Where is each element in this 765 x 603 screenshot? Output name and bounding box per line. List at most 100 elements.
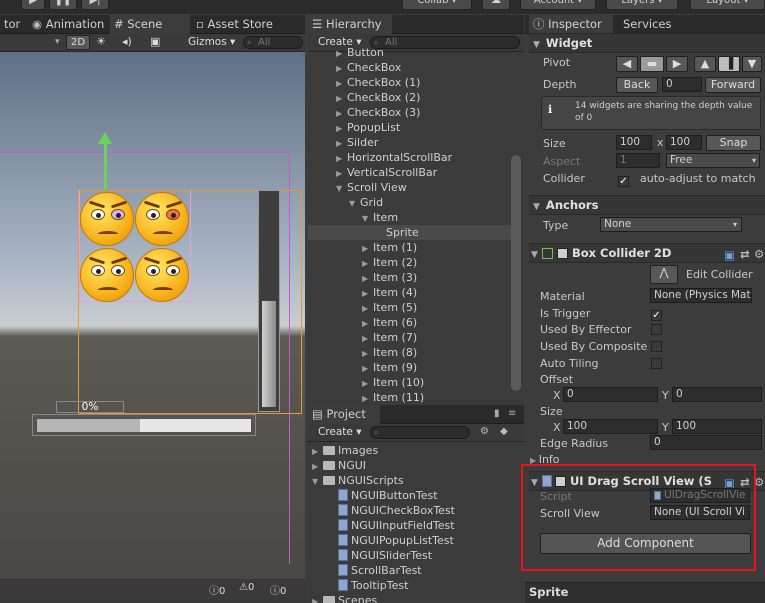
edit-collider-button[interactable]: ⋀ — [650, 265, 678, 284]
expanded-arrow-icon[interactable]: ▼ — [312, 474, 323, 489]
collapsed-arrow-icon[interactable]: ▶ — [312, 594, 323, 603]
box-collider-enabled-checkbox[interactable] — [556, 248, 568, 259]
emoji-sprite-1[interactable] — [80, 192, 134, 246]
collapsed-arrow-icon[interactable]: ▶ — [336, 61, 347, 76]
anchors-section-header[interactable]: ▼ Anchors — [529, 195, 765, 215]
hierarchy-item[interactable]: ▶ Item (3) — [308, 270, 512, 285]
error-count[interactable]: ⓘ0 — [209, 582, 225, 597]
collapsed-arrow-icon[interactable]: ▶ — [362, 301, 373, 316]
height-field[interactable]: 100 — [666, 135, 702, 150]
project-search-input[interactable]: ⌕ — [370, 426, 470, 439]
collapsed-arrow-icon[interactable]: ▶ — [336, 76, 347, 91]
audio-toggle[interactable]: ◂) — [122, 35, 132, 48]
filter-label-icon[interactable]: ◆ — [500, 426, 508, 437]
hierarchy-item[interactable]: ▶ Item (5) — [308, 300, 512, 315]
pivot-right-button[interactable]: ▶ — [666, 56, 688, 72]
hierarchy-item[interactable]: ▶ CheckBox (1) — [308, 75, 512, 90]
aspect-mode-dropdown[interactable]: Free ▾ — [666, 153, 760, 168]
depth-forward-button[interactable]: Forward — [705, 77, 761, 93]
hierarchy-item[interactable]: Sprite — [308, 225, 512, 240]
pivot-center-button[interactable]: ▬ — [640, 56, 664, 72]
project-folder[interactable]: ▶ Images — [312, 443, 378, 458]
project-file[interactable]: ScrollBarTest — [338, 563, 422, 578]
mode-2d-toggle[interactable]: 2D — [66, 35, 90, 50]
used-by-composite-checkbox[interactable] — [651, 340, 662, 353]
lock-icon[interactable]: ▮ — [494, 408, 500, 419]
size-y-field[interactable]: 100 — [672, 419, 762, 434]
move-gizmo-y-axis[interactable] — [104, 140, 107, 190]
collapsed-arrow-icon[interactable]: ▶ — [336, 91, 347, 106]
tab-scene[interactable]: # Scene — [110, 15, 190, 34]
collapsed-arrow-icon[interactable]: ▶ — [336, 166, 347, 181]
tab-project[interactable]: ▤ Project — [308, 405, 380, 424]
is-trigger-checkbox[interactable]: ✓ — [651, 306, 662, 321]
collapsed-arrow-icon[interactable]: ▶ — [336, 136, 347, 151]
pause-button[interactable]: ❚❚ — [49, 0, 77, 10]
preset-icon[interactable]: ⇄ — [740, 245, 750, 264]
size-x-field[interactable]: 100 — [563, 419, 658, 434]
panel-menu-icon[interactable]: ≡ — [508, 408, 516, 419]
emoji-sprite-4[interactable] — [135, 248, 189, 302]
filter-type-icon[interactable]: ⚙ — [480, 426, 489, 437]
collapsed-arrow-icon[interactable]: ▶ — [312, 459, 323, 474]
expanded-arrow-icon[interactable]: ▼ — [349, 196, 360, 211]
collapsed-arrow-icon[interactable]: ▶ — [312, 444, 323, 459]
gizmos-dropdown[interactable]: Gizmos ▾ — [188, 36, 235, 48]
project-file[interactable]: NGUIInputFieldTest — [338, 518, 455, 533]
collapsed-arrow-icon[interactable]: ▶ — [362, 361, 373, 376]
project-folder[interactable]: ▼ NGUIScripts — [312, 473, 404, 488]
project-folder[interactable]: ▶ NGUI — [312, 458, 366, 473]
hierarchy-item[interactable]: ▶ Silder — [308, 135, 512, 150]
emoji-sprite-3[interactable] — [80, 248, 134, 302]
scene-search-input[interactable]: ⌕ All — [243, 36, 303, 49]
collapsed-arrow-icon[interactable]: ▶ — [362, 256, 373, 271]
hierarchy-item[interactable]: ▼ Item — [308, 210, 512, 225]
lighting-toggle[interactable]: ☀ — [96, 35, 106, 48]
offset-y-field[interactable]: 0 — [672, 387, 762, 402]
step-button[interactable]: ▶| — [81, 0, 109, 10]
warning-count[interactable]: ⚠0 — [239, 582, 254, 593]
vertical-scrollbar[interactable] — [258, 190, 280, 412]
anchor-type-dropdown[interactable]: None ▾ — [600, 217, 742, 232]
project-file[interactable]: NGUIButtonTest — [338, 488, 438, 503]
pivot-top-button[interactable]: ▲ — [694, 56, 716, 72]
hierarchy-item[interactable]: ▶ CheckBox — [308, 60, 512, 75]
auto-tiling-checkbox[interactable] — [651, 357, 662, 370]
collapsed-arrow-icon[interactable]: ▶ — [362, 346, 373, 361]
collapsed-arrow-icon[interactable]: ▶ — [362, 286, 373, 301]
tab-animation[interactable]: ◉ Animation — [28, 15, 108, 34]
depth-field[interactable]: 0 — [662, 77, 702, 92]
tab-inspector[interactable]: ⓘ Inspector — [529, 15, 613, 34]
hierarchy-item[interactable]: ▶ Item (4) — [308, 285, 512, 300]
effects-toggle[interactable]: ▣ — [150, 35, 160, 48]
scene-viewport[interactable]: 0% — [0, 52, 305, 579]
tab-hierarchy[interactable]: ☰ Hierarchy — [308, 15, 392, 34]
play-button[interactable]: ▶ — [21, 0, 45, 10]
expanded-arrow-icon[interactable]: ▼ — [336, 181, 347, 196]
collider-checkbox[interactable]: ✓ — [618, 172, 629, 187]
depth-back-button[interactable]: Back — [616, 77, 658, 93]
tab-services[interactable]: Services — [619, 15, 699, 34]
box-collider-header[interactable]: ▼ Box Collider 2D ▣ ⇄ ⚙ — [529, 243, 765, 263]
collapsed-arrow-icon[interactable]: ▶ — [336, 106, 347, 121]
offset-x-field[interactable]: 0 — [563, 387, 658, 402]
hierarchy-item[interactable]: ▶ Item (7) — [308, 330, 512, 345]
collapsed-arrow-icon[interactable]: ▶ — [362, 391, 373, 405]
collapsed-arrow-icon[interactable]: ▶ — [336, 46, 347, 61]
material-field[interactable]: None (Physics Mat — [650, 288, 752, 303]
tab-asset-store[interactable]: ▫ Asset Store — [192, 15, 280, 34]
hierarchy-item[interactable]: ▶ Item (11) — [308, 390, 512, 405]
hierarchy-item[interactable]: ▶ PopupList — [308, 120, 512, 135]
emoji-sprite-2[interactable] — [135, 192, 189, 246]
shading-dropdown-icon[interactable]: ▾ — [55, 37, 60, 47]
used-by-effector-checkbox[interactable] — [651, 323, 662, 336]
project-file[interactable]: TooltipTest — [338, 578, 408, 593]
collapsed-arrow-icon[interactable]: ▶ — [362, 331, 373, 346]
collapsed-arrow-icon[interactable]: ▶ — [362, 241, 373, 256]
widget-section-header[interactable]: ▼ Widget — [529, 33, 765, 53]
hierarchy-item[interactable]: ▶ Item (10) — [308, 375, 512, 390]
pivot-middle-button[interactable]: ▐ — [718, 56, 740, 72]
project-file[interactable]: NGUISliderTest — [338, 548, 432, 563]
gear-icon[interactable]: ⚙ — [754, 245, 764, 264]
move-gizmo-arrow-icon[interactable] — [98, 132, 112, 144]
